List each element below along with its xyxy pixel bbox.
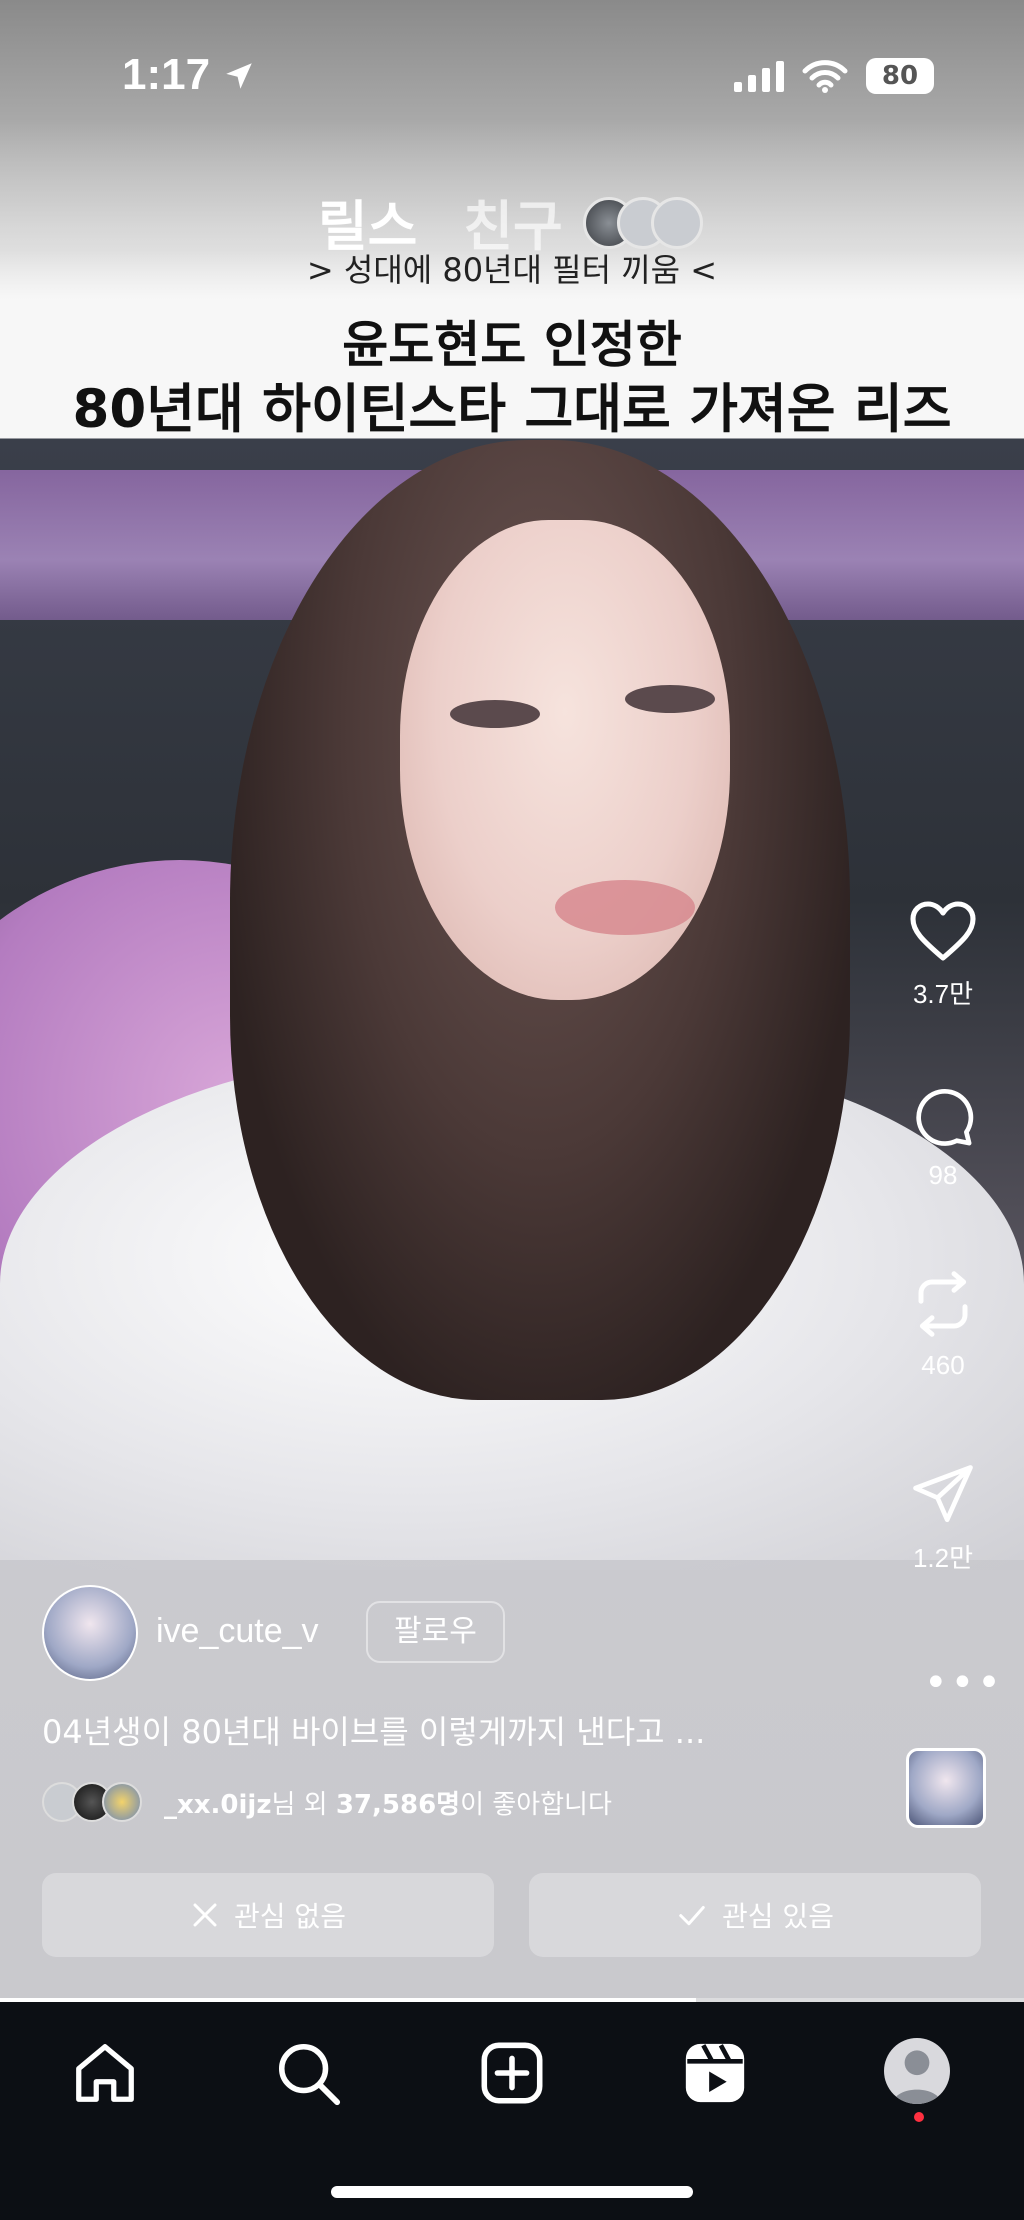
home-icon[interactable] bbox=[70, 2038, 140, 2108]
close-icon bbox=[193, 1903, 217, 1927]
wifi-icon bbox=[802, 60, 848, 93]
share-button[interactable]: 1.2만 bbox=[888, 1462, 998, 1575]
comment-icon bbox=[916, 1089, 974, 1146]
search-icon[interactable] bbox=[273, 2038, 343, 2108]
not-interested-button[interactable]: 관심 없음 bbox=[42, 1873, 494, 1957]
not-interested-label: 관심 없음 bbox=[234, 1900, 346, 1933]
status-time: 1:17 bbox=[122, 50, 256, 100]
lips bbox=[555, 880, 695, 935]
repost-count: 460 bbox=[921, 1350, 965, 1380]
liked-by-text: _xx.0ijz님 외 37,586명이 좋아합니다 bbox=[164, 1784, 612, 1821]
like-button[interactable]: 3.7만 bbox=[888, 898, 998, 1011]
author-username[interactable]: ive_cute_v bbox=[156, 1612, 319, 1651]
send-icon bbox=[913, 1465, 973, 1523]
liker-avatar bbox=[102, 1782, 142, 1822]
friend-avatar-placeholder bbox=[650, 196, 703, 249]
video-subtitle: > 성대에 80년대 필터 끼움 < bbox=[306, 251, 718, 289]
repost-button[interactable]: 460 bbox=[888, 1268, 998, 1381]
profile-avatar-placeholder bbox=[892, 2050, 942, 2104]
check-icon bbox=[679, 1906, 705, 1926]
eye-right bbox=[625, 685, 715, 713]
heart-icon bbox=[910, 901, 976, 961]
follow-button[interactable]: 팔로우 bbox=[366, 1601, 505, 1663]
eye-left bbox=[450, 700, 540, 728]
liked-by-suffix: 이 좋아합니다 bbox=[460, 1789, 612, 1820]
notification-dot bbox=[914, 2112, 924, 2122]
create-icon[interactable] bbox=[477, 2038, 547, 2108]
liked-by-row[interactable]: _xx.0ijz님 외 37,586명이 좋아합니다 bbox=[42, 1782, 612, 1822]
battery-indicator: 80 bbox=[866, 58, 934, 94]
video-headline-line2: 80년대 하이틴스타 그대로 가져온 리즈 bbox=[72, 379, 952, 440]
repost-icon bbox=[918, 1271, 968, 1337]
liked-by-count: 37,586명 bbox=[335, 1789, 461, 1820]
more-options-icon[interactable]: ••• bbox=[924, 1660, 1004, 1706]
signal-icon bbox=[734, 61, 784, 92]
post-caption[interactable]: 04년생이 80년대 바이브를 이렇게까지 낸다고 ... bbox=[42, 1707, 705, 1753]
liked-by-mid: 님 외 bbox=[271, 1789, 336, 1820]
share-count: 1.2만 bbox=[912, 1543, 974, 1573]
author-avatar[interactable] bbox=[42, 1585, 138, 1681]
home-indicator[interactable] bbox=[331, 2186, 693, 2198]
comment-count: 98 bbox=[928, 1160, 958, 1190]
interested-button[interactable]: 관심 있음 bbox=[529, 1873, 981, 1957]
comment-button[interactable]: 98 bbox=[888, 1084, 998, 1191]
reels-icon[interactable] bbox=[680, 2038, 750, 2108]
interested-label: 관심 있음 bbox=[722, 1900, 834, 1933]
liked-by-username: _xx.0ijz bbox=[164, 1789, 272, 1820]
audio-thumbnail[interactable] bbox=[906, 1748, 986, 1828]
profile-icon[interactable] bbox=[884, 2038, 950, 2104]
location-arrow-icon bbox=[226, 63, 253, 89]
like-count: 3.7만 bbox=[912, 979, 974, 1009]
face bbox=[400, 520, 730, 1000]
friends-avatars[interactable] bbox=[582, 196, 703, 249]
